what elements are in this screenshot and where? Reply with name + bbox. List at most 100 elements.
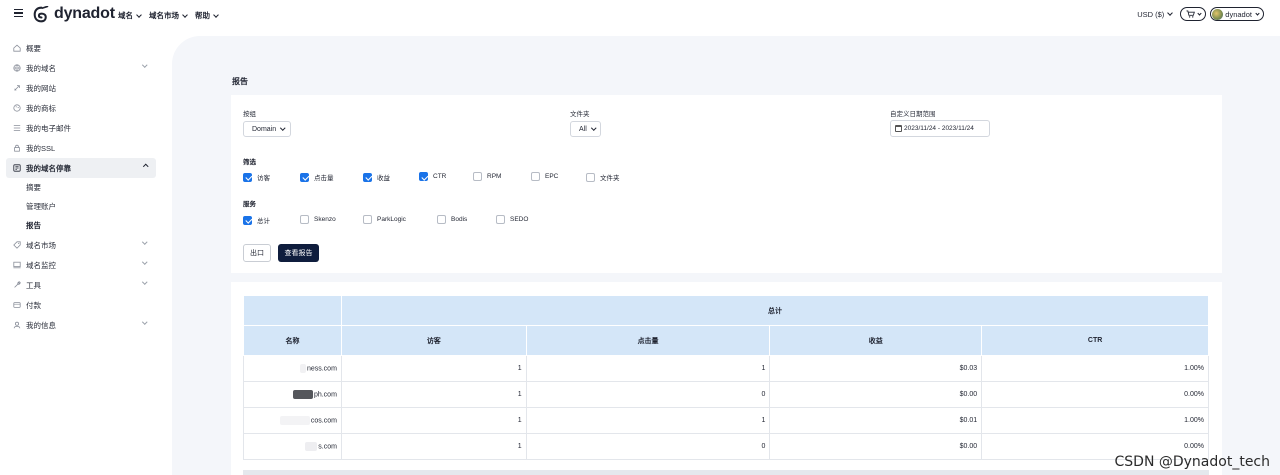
checkbox-label: 文件夹 — [600, 175, 620, 182]
checkbox[interactable] — [419, 172, 428, 181]
main-content: 报告 按组 Domain 文件夹 All 自定义日期范围 2023/11/24 … — [172, 36, 1280, 475]
metric-checkbox-folder[interactable]: 文件夹 — [586, 172, 620, 182]
menu-icon[interactable] — [14, 9, 23, 18]
service-checkbox-skenzo[interactable]: Skenzo — [300, 215, 336, 224]
sidebar-item-label: 我的域名停靠 — [26, 163, 71, 173]
ctr-cell: 1.00% — [981, 407, 1209, 434]
monitor-icon — [13, 261, 21, 269]
top-right-controls: USD ($) dynadot — [1137, 7, 1264, 21]
sidebar-item-my-parking[interactable]: 我的域名停靠 — [6, 158, 156, 178]
checkbox[interactable] — [473, 172, 482, 181]
checkbox[interactable] — [363, 215, 372, 224]
table-header-empty — [243, 295, 342, 326]
visitors-cell: 1 — [341, 355, 527, 382]
service-checkbox-total[interactable]: 总计 — [243, 215, 270, 225]
chevron-down-icon — [136, 11, 142, 18]
group-by-select[interactable]: Domain — [243, 121, 291, 137]
column-header-revenue[interactable]: 收益 — [769, 325, 983, 356]
checkbox[interactable] — [363, 172, 372, 182]
checkbox[interactable] — [437, 215, 446, 224]
service-checkbox-sedo[interactable]: SEDO — [496, 215, 528, 224]
nav-help-label: 帮助 — [195, 11, 210, 20]
nav-help[interactable]: 帮助 — [195, 10, 219, 21]
checkbox-label: 总计 — [257, 218, 270, 225]
column-header-name[interactable]: 名称 — [243, 325, 342, 356]
nav-domains[interactable]: 域名 — [118, 10, 142, 21]
sidebar-item-my-ssl[interactable]: 我的SSL — [0, 138, 162, 158]
metric-checkbox-ctr[interactable]: CTR — [419, 172, 446, 181]
nav-market[interactable]: 域名市场 — [149, 10, 188, 21]
service-checkbox-parklogic[interactable]: ParkLogic — [363, 215, 406, 224]
sidebar-item-my-websites[interactable]: 我的网站 — [0, 78, 162, 98]
chevron-down-icon — [141, 279, 147, 285]
clicks-cell: 1 — [526, 355, 771, 382]
mail-icon — [13, 124, 21, 132]
sidebar-item-label: 我的网站 — [26, 83, 56, 93]
checkbox[interactable] — [300, 172, 309, 182]
checkbox[interactable] — [243, 172, 252, 182]
metric-checkbox-visitors[interactable]: 访客 — [243, 172, 270, 182]
sidebar-item-payment[interactable]: 付款 — [0, 295, 162, 315]
checkbox-label: 点击量 — [314, 175, 334, 182]
page-title: 报告 — [232, 77, 248, 86]
checkbox[interactable] — [300, 215, 309, 224]
chevron-down-icon — [182, 11, 188, 18]
metric-checkbox-rpm[interactable]: RPM — [473, 172, 501, 181]
domain-cell: s.com — [243, 433, 342, 460]
sidebar-item-my-email[interactable]: 我的电子邮件 — [0, 118, 162, 138]
service-checkbox-bodis[interactable]: Bodis — [437, 215, 467, 224]
avatar — [1212, 8, 1224, 20]
date-range-input[interactable]: 2023/11/24 - 2023/11/24 — [890, 120, 990, 137]
sidebar-item-my-domains[interactable]: 我的域名 — [0, 58, 162, 78]
clicks-cell: 1 — [526, 407, 771, 434]
column-header-clicks[interactable]: 点击量 — [525, 325, 771, 356]
sidebar-item-my-info[interactable]: 我的信息 — [0, 315, 162, 335]
sidebar-sub-reports[interactable]: 报告 — [0, 216, 162, 235]
top-bar: dynadot 域名 域名市场 帮助 USD ($) dynadot — [0, 0, 1280, 30]
sidebar-item-monitoring[interactable]: 域名监控 — [0, 255, 162, 275]
table-row: s.com 1 0 $0.00 0.00% — [243, 433, 1209, 460]
domain-name: ph.com — [313, 391, 337, 399]
folder-select[interactable]: All — [570, 121, 602, 137]
logo[interactable]: dynadot — [33, 5, 115, 23]
metric-checkbox-epc[interactable]: EPC — [531, 172, 558, 181]
report-table: 总计 名称 访客 点击量 收益 CTR ness.com 1 1 $0.03 1… — [243, 295, 1210, 460]
sidebar-item-tools[interactable]: 工具 — [0, 275, 162, 295]
card-icon — [13, 301, 21, 309]
metric-checkbox-revenue[interactable]: 收益 — [363, 172, 390, 182]
chevron-down-icon — [1255, 10, 1260, 16]
tag-icon — [13, 241, 21, 249]
revenue-cell: $0.01 — [769, 407, 983, 434]
export-button[interactable]: 出口 — [243, 244, 271, 262]
sidebar-item-marketplace[interactable]: 域名市场 — [0, 235, 162, 255]
chevron-up-icon — [142, 164, 148, 170]
checkbox[interactable] — [586, 172, 595, 182]
chevron-down-icon — [141, 62, 147, 68]
chevron-down-icon — [280, 125, 286, 131]
currency-selector[interactable]: USD ($) — [1137, 10, 1174, 19]
sidebar-item-label: 我的域名 — [26, 63, 56, 73]
checkbox[interactable] — [496, 215, 505, 224]
sidebar-item-my-trademarks[interactable]: 我的商标 — [0, 98, 162, 118]
sidebar-sub-manage-accounts[interactable]: 管理账户 — [0, 197, 162, 216]
table-scrollbar[interactable] — [243, 470, 1209, 475]
rocket-icon — [13, 84, 21, 92]
filter-section-label: 筛选 — [243, 159, 256, 166]
view-report-button[interactable]: 查看报告 — [278, 244, 319, 262]
table-group-header: 总计 — [340, 295, 1210, 326]
date-range-label: 自定义日期范围 — [890, 111, 936, 118]
checkbox-label: RPM — [487, 173, 502, 180]
sidebar-sub-summary[interactable]: 摘要 — [0, 178, 162, 197]
revenue-cell: $0.03 — [769, 355, 983, 382]
revenue-cell: $0.00 — [769, 433, 983, 460]
cart-button[interactable] — [1180, 7, 1207, 21]
sidebar-item-overview[interactable]: 概要 — [0, 38, 162, 58]
column-header-visitors[interactable]: 访客 — [340, 325, 527, 356]
column-header-ctr[interactable]: CTR — [981, 325, 1209, 356]
checkbox[interactable] — [243, 215, 252, 225]
account-button[interactable]: dynadot — [1210, 7, 1264, 21]
parking-icon — [13, 164, 21, 172]
metric-checkbox-clicks[interactable]: 点击量 — [300, 172, 334, 182]
chevron-down-icon — [1197, 10, 1202, 16]
checkbox[interactable] — [531, 172, 540, 181]
